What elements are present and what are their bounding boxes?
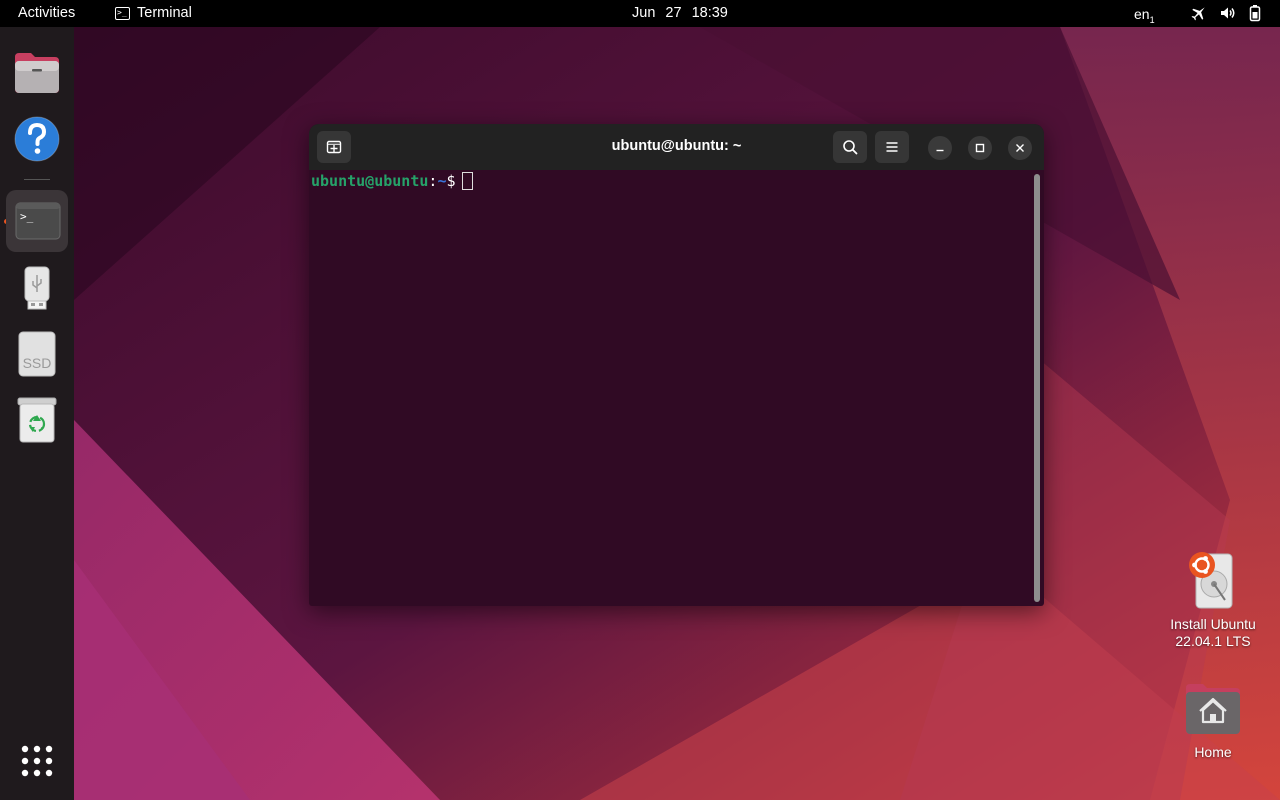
ssd-label: SSD — [23, 355, 52, 371]
close-icon — [1016, 144, 1024, 152]
terminal-content[interactable]: ubuntu@ubuntu:~$ — [309, 170, 1044, 606]
help-icon — [14, 116, 60, 162]
language-code: en — [1134, 6, 1150, 22]
terminal-icon: >_ — [115, 6, 130, 20]
trash-icon — [17, 397, 57, 443]
desktop-icon-home[interactable]: Home — [1168, 680, 1258, 761]
airplane-mode-icon[interactable] — [1191, 4, 1207, 22]
usb-drive-icon — [24, 266, 50, 310]
prompt-user-host: ubuntu@ubuntu — [311, 172, 429, 190]
install-ubuntu-icon — [1189, 552, 1233, 609]
terminal-scrollbar[interactable] — [1034, 174, 1040, 602]
desktop-icon-install-ubuntu[interactable]: Install Ubuntu 22.04.1 LTS — [1158, 548, 1268, 650]
prompt-dollar: $ — [446, 172, 456, 190]
terminal-app-icon: >_ — [15, 202, 61, 240]
clock-date: Jun 27 — [632, 5, 682, 21]
search-button[interactable] — [833, 131, 867, 163]
language-indicator[interactable]: en1 — [1134, 6, 1155, 25]
dock-item-ssd[interactable]: SSD — [6, 323, 68, 385]
battery-icon[interactable] — [1249, 4, 1261, 22]
files-folder-icon — [15, 53, 59, 93]
dock-item-files[interactable] — [6, 41, 68, 103]
app-menu-label: Terminal — [137, 5, 192, 21]
home-folder-icon — [1186, 684, 1240, 734]
dock-item-terminal[interactable]: >_ — [6, 190, 68, 252]
maximize-button[interactable] — [968, 136, 992, 160]
install-ubuntu-label-line1: Install Ubuntu — [1170, 616, 1256, 632]
show-apps-grid-icon[interactable] — [21, 745, 53, 777]
minimize-button[interactable] — [928, 136, 952, 160]
home-label: Home — [1194, 744, 1232, 760]
clock-time: 18:39 — [691, 5, 728, 21]
clock[interactable]: Jun 27 18:39 — [632, 5, 728, 21]
install-ubuntu-label-line2: 22.04.1 LTS — [1175, 633, 1251, 649]
ssd-drive-icon: SSD — [18, 331, 56, 377]
dock: >_ SSD — [0, 27, 74, 800]
minimize-icon — [936, 149, 944, 152]
dock-separator — [24, 179, 50, 180]
language-index: 1 — [1149, 14, 1155, 25]
menu-button[interactable] — [875, 131, 909, 163]
terminal-headerbar[interactable]: ubuntu@ubuntu: ~ — [309, 124, 1044, 170]
terminal-app-glyph: >_ — [20, 210, 34, 223]
activities-button[interactable]: Activities — [18, 5, 75, 21]
close-button[interactable] — [1008, 136, 1032, 160]
dock-item-help[interactable] — [6, 108, 68, 170]
text-cursor — [461, 172, 473, 190]
app-menu[interactable]: >_ Terminal — [115, 5, 192, 21]
dock-item-trash[interactable] — [6, 389, 68, 451]
dock-item-usb-drive[interactable] — [6, 256, 68, 318]
volume-icon[interactable] — [1219, 4, 1237, 22]
search-icon — [843, 140, 858, 155]
terminal-window[interactable]: ubuntu@ubuntu: ~ ubuntu@ubuntu:~$ — [309, 124, 1044, 606]
maximize-icon — [975, 143, 985, 153]
top-bar: Activities >_ Terminal Jun 27 18:39 en1 — [0, 0, 1280, 27]
hamburger-menu-icon — [886, 142, 898, 152]
